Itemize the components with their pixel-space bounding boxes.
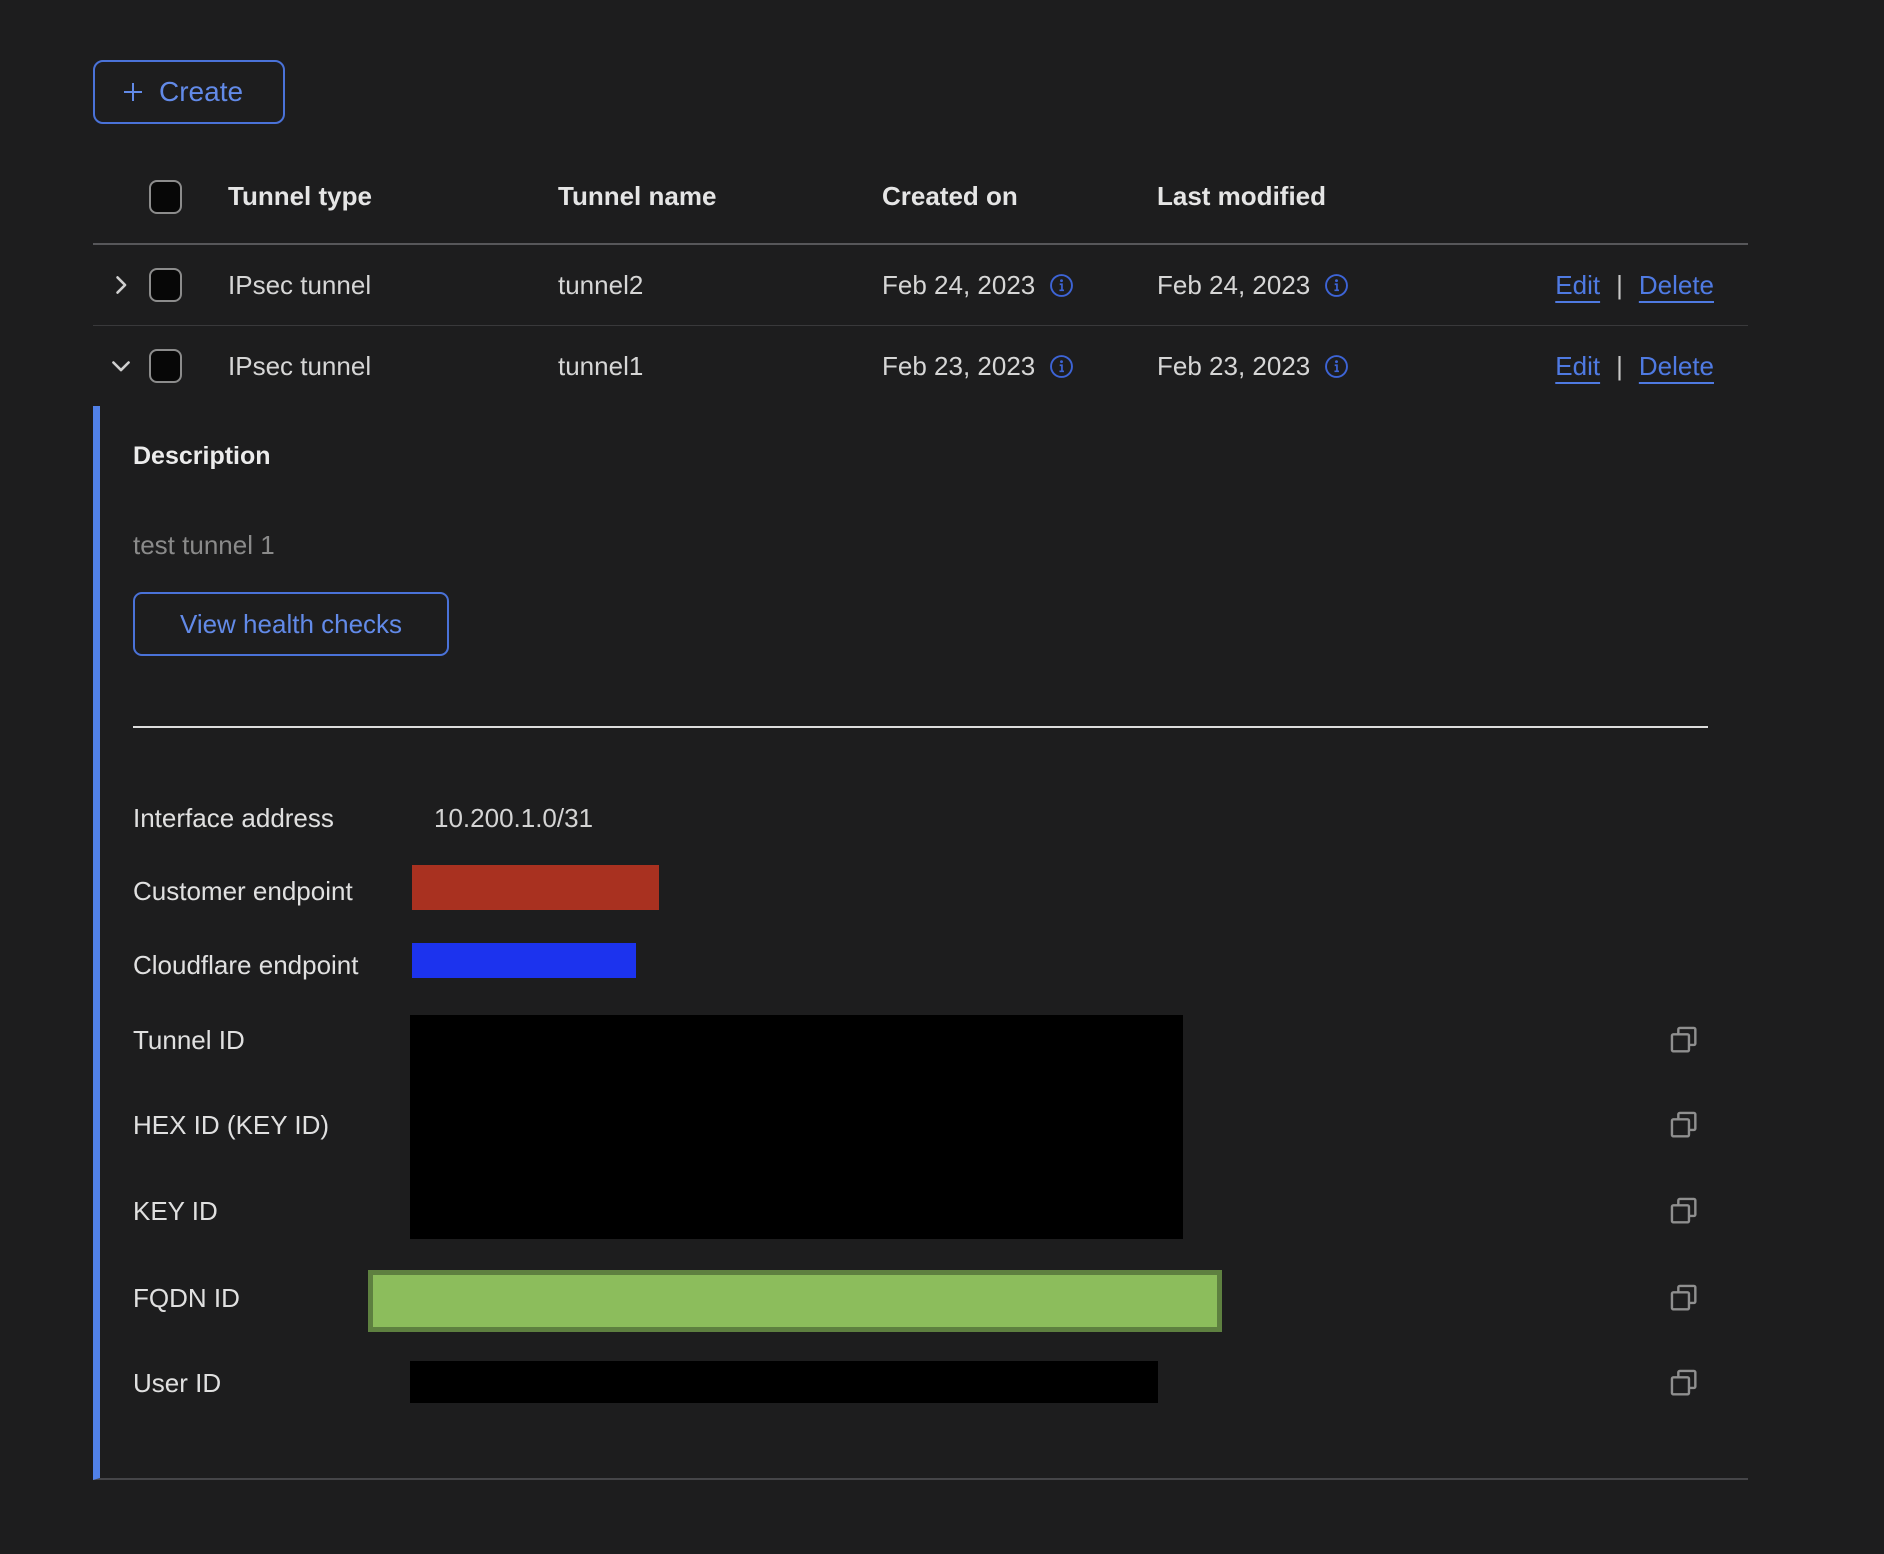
interface-address-label: Interface address bbox=[133, 802, 334, 834]
table-row: IPsec tunnel tunnel2 Feb 24, 2023 Feb 24… bbox=[93, 245, 1748, 326]
edit-link[interactable]: Edit bbox=[1555, 270, 1600, 301]
chevron-down-icon bbox=[107, 352, 135, 380]
copy-icon bbox=[1667, 1281, 1701, 1315]
info-icon[interactable] bbox=[1048, 353, 1075, 380]
fqdn-id-label: FQDN ID bbox=[133, 1282, 240, 1314]
table-row-expanded: IPsec tunnel tunnel1 Feb 23, 2023 Feb 23… bbox=[93, 326, 1748, 406]
info-icon[interactable] bbox=[1323, 353, 1350, 380]
description-value: test tunnel 1 bbox=[133, 530, 275, 561]
info-icon[interactable] bbox=[1323, 272, 1350, 299]
action-separator: | bbox=[1616, 270, 1623, 301]
chevron-right-icon bbox=[107, 271, 135, 299]
cloudflare-endpoint-redacted-value bbox=[412, 943, 636, 978]
tunnel-type-cell: IPsec tunnel bbox=[228, 351, 558, 382]
action-separator: | bbox=[1616, 351, 1623, 382]
customer-endpoint-label: Customer endpoint bbox=[133, 875, 353, 907]
created-on-cell: Feb 24, 2023 bbox=[882, 270, 1035, 301]
tunnel-table: Tunnel type Tunnel name Created on Last … bbox=[93, 150, 1748, 406]
row-checkbox[interactable] bbox=[149, 349, 182, 383]
tunnel-detail-panel: Description test tunnel 1 View health ch… bbox=[93, 406, 1748, 1480]
table-header-row: Tunnel type Tunnel name Created on Last … bbox=[93, 150, 1748, 245]
header-tunnel-name: Tunnel name bbox=[558, 181, 882, 212]
fqdn-id-redacted-value bbox=[368, 1270, 1222, 1332]
copy-user-id-button[interactable] bbox=[1666, 1365, 1702, 1401]
plus-icon bbox=[119, 78, 147, 106]
user-id-label: User ID bbox=[133, 1367, 221, 1399]
collapse-row-button[interactable] bbox=[93, 352, 149, 380]
tunnel-type-cell: IPsec tunnel bbox=[228, 270, 558, 301]
info-icon[interactable] bbox=[1048, 272, 1075, 299]
cloudflare-endpoint-label: Cloudflare endpoint bbox=[133, 949, 359, 981]
header-created-on: Created on bbox=[882, 181, 1157, 212]
user-id-redacted-value bbox=[410, 1361, 1158, 1403]
create-button[interactable]: Create bbox=[93, 60, 285, 124]
copy-icon bbox=[1667, 1108, 1701, 1142]
copy-icon bbox=[1667, 1366, 1701, 1400]
select-all-checkbox[interactable] bbox=[149, 180, 182, 214]
delete-link[interactable]: Delete bbox=[1639, 270, 1714, 301]
customer-endpoint-redacted-value bbox=[412, 865, 659, 910]
copy-hex-id-button[interactable] bbox=[1666, 1107, 1702, 1143]
hex-id-label: HEX ID (KEY ID) bbox=[133, 1109, 329, 1141]
edit-link[interactable]: Edit bbox=[1555, 351, 1600, 382]
copy-icon bbox=[1667, 1194, 1701, 1228]
header-last-modified: Last modified bbox=[1157, 181, 1457, 212]
description-label: Description bbox=[133, 442, 271, 471]
divider bbox=[133, 726, 1708, 728]
key-id-label: KEY ID bbox=[133, 1195, 218, 1227]
copy-tunnel-id-button[interactable] bbox=[1666, 1022, 1702, 1058]
row-checkbox[interactable] bbox=[149, 268, 182, 302]
delete-link[interactable]: Delete bbox=[1639, 351, 1714, 382]
create-button-label: Create bbox=[159, 76, 243, 108]
created-on-cell: Feb 23, 2023 bbox=[882, 351, 1035, 382]
view-health-checks-label: View health checks bbox=[180, 609, 402, 640]
tunnel-ids-redacted-block bbox=[410, 1015, 1183, 1239]
tunnel-id-label: Tunnel ID bbox=[133, 1024, 245, 1056]
last-modified-cell: Feb 23, 2023 bbox=[1157, 351, 1310, 382]
copy-key-id-button[interactable] bbox=[1666, 1193, 1702, 1229]
tunnel-name-cell: tunnel1 bbox=[558, 351, 882, 382]
expand-row-button[interactable] bbox=[93, 271, 149, 299]
last-modified-cell: Feb 24, 2023 bbox=[1157, 270, 1310, 301]
header-tunnel-type: Tunnel type bbox=[228, 181, 558, 212]
interface-address-value: 10.200.1.0/31 bbox=[434, 802, 593, 834]
copy-fqdn-id-button[interactable] bbox=[1666, 1280, 1702, 1316]
tunnel-name-cell: tunnel2 bbox=[558, 270, 882, 301]
view-health-checks-button[interactable]: View health checks bbox=[133, 592, 449, 656]
copy-icon bbox=[1667, 1023, 1701, 1057]
